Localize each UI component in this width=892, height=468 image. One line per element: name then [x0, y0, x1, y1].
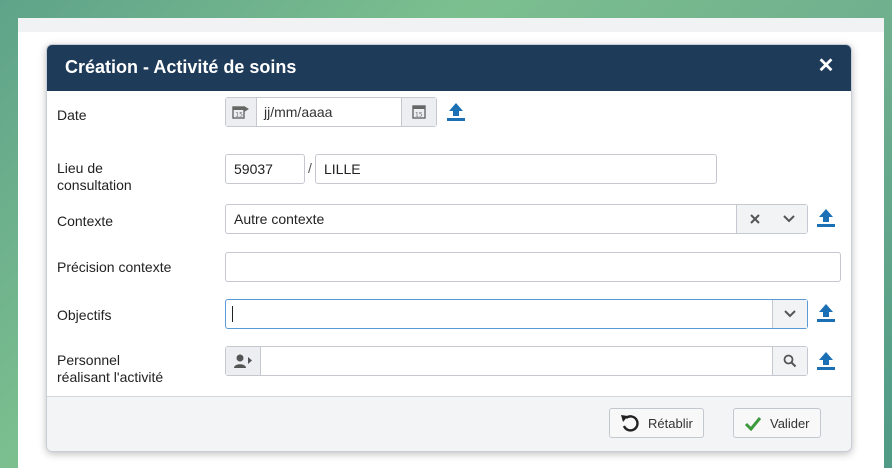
top-band: [18, 18, 884, 32]
dialog-footer: Rétablir Valider: [47, 396, 851, 451]
search-icon[interactable]: [772, 347, 807, 375]
page-background: Création - Activité de soins ✕ Date 15 j…: [18, 18, 884, 468]
upload-icon[interactable]: [815, 302, 837, 324]
reset-button-label: Rétablir: [648, 415, 693, 431]
form-body: Date 15 jj/mm/aaaa 15 Lieu de consultati…: [47, 91, 851, 397]
date-placeholder: jj/mm/aaaa: [264, 104, 333, 120]
personnel-label-line1: Personnel: [57, 352, 121, 368]
objectifs-select[interactable]: [225, 299, 808, 329]
lieu-label-line2: consultation: [57, 177, 132, 193]
calendar-icon[interactable]: 15: [401, 98, 436, 126]
chevron-down-icon[interactable]: [772, 205, 806, 233]
objectifs-label: Objectifs: [57, 307, 112, 323]
city-value: LILLE: [324, 161, 361, 177]
dialog-header: Création - Activité de soins ✕: [47, 45, 851, 91]
personnel-label: Personnel réalisant l'activité: [57, 352, 163, 386]
lieu-label-line1: Lieu de: [57, 160, 103, 176]
close-icon[interactable]: ✕: [815, 55, 837, 77]
svg-text:15: 15: [235, 112, 243, 119]
personnel-label-line2: réalisant l'activité: [57, 369, 164, 385]
clear-icon[interactable]: [738, 205, 772, 233]
chevron-down-icon[interactable]: [772, 300, 807, 328]
contexte-value: Autre contexte: [234, 211, 325, 227]
user-import-icon[interactable]: [226, 347, 261, 375]
code-city-separator: /: [308, 160, 312, 176]
personnel-input[interactable]: [225, 346, 808, 376]
city-input[interactable]: LILLE: [315, 154, 717, 184]
dialog-title: Création - Activité de soins: [65, 57, 297, 77]
creation-dialog: Création - Activité de soins ✕ Date 15 j…: [46, 44, 852, 452]
postal-code-value: 59037: [234, 161, 273, 177]
date-field[interactable]: 15 jj/mm/aaaa 15: [225, 97, 437, 127]
text-cursor: [232, 306, 233, 322]
upload-icon[interactable]: [815, 207, 837, 229]
reset-button[interactable]: Rétablir: [609, 408, 704, 438]
undo-icon: [621, 415, 639, 432]
contexte-controls: [736, 205, 807, 233]
date-label: Date: [57, 107, 87, 123]
calendar-import-icon[interactable]: 15: [226, 98, 257, 126]
contexte-select[interactable]: Autre contexte: [225, 204, 808, 234]
precision-input[interactable]: [225, 252, 841, 282]
submit-button-label: Valider: [770, 415, 810, 431]
contexte-label: Contexte: [57, 213, 114, 229]
upload-icon[interactable]: [815, 350, 837, 372]
postal-code-input[interactable]: 59037: [225, 154, 305, 184]
upload-icon[interactable]: [445, 101, 467, 123]
check-icon: [744, 417, 762, 431]
submit-button[interactable]: Valider: [733, 408, 821, 438]
lieu-label: Lieu de consultation: [57, 160, 132, 194]
svg-text:15: 15: [415, 112, 423, 119]
precision-label: Précision contexte: [57, 259, 172, 275]
